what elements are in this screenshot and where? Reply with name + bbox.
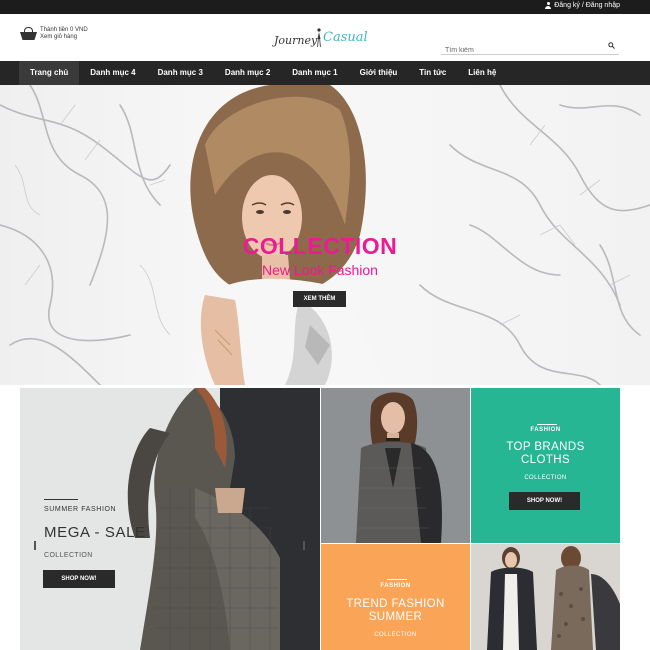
- main-nav: Trang chủ Danh mục 4 Danh mục 3 Danh mục…: [0, 61, 650, 85]
- nav-item-category-1[interactable]: Danh mục 1: [281, 61, 348, 85]
- top-bar: Đăng ký / Đăng nhập: [0, 0, 650, 14]
- brands-kicker: FASHION: [530, 427, 561, 433]
- trend-title-line1: TREND FASHION: [346, 598, 445, 610]
- cart-total: Thành tiền 0 VND: [40, 27, 88, 33]
- user-icon: [545, 2, 552, 9]
- nav-item-contact[interactable]: Liên hệ: [457, 61, 507, 85]
- brands-title-line1: TOP BRANDS: [506, 441, 585, 453]
- brands-title-line2: CLOTHS: [520, 454, 571, 466]
- basket-icon[interactable]: [20, 27, 37, 41]
- logo-word-casual: Casual: [323, 30, 368, 45]
- nav-item-category-3[interactable]: Danh mục 3: [147, 61, 214, 85]
- sale-kicker: SUMMER FASHION: [44, 506, 117, 513]
- slider-prev-icon[interactable]: [34, 541, 36, 550]
- hero-view-more-button[interactable]: XEM THÊM: [293, 291, 346, 307]
- hero-title: COLLECTION: [242, 233, 398, 259]
- brands-shop-now-button[interactable]: SHOP NOW!: [509, 492, 580, 510]
- nav-item-about[interactable]: Giới thiệu: [349, 61, 409, 85]
- auth-text[interactable]: Đăng ký / Đăng nhập: [554, 2, 620, 9]
- banner-model-blazer[interactable]: [321, 388, 470, 543]
- banner-top-brands[interactable]: FASHION TOP BRANDS CLOTHS COLLECTION SHO…: [471, 388, 620, 543]
- view-cart-link[interactable]: Xem giỏ hàng: [40, 34, 88, 41]
- search-box: [441, 39, 619, 58]
- nav-item-category-2[interactable]: Danh mục 2: [214, 61, 281, 85]
- trend-divider: [387, 579, 407, 580]
- hero-banner: COLLECTION New Look Fashion XEM THÊM: [0, 85, 650, 385]
- nav-item-news[interactable]: Tin tức: [408, 61, 457, 85]
- mini-cart[interactable]: Thành tiền 0 VND Xem giỏ hàng: [20, 27, 88, 41]
- banner-models-photo: [471, 544, 620, 650]
- search-input[interactable]: [441, 43, 601, 58]
- sale-collection: COLLECTION: [44, 552, 93, 559]
- banner-sale-photo: [127, 388, 320, 650]
- auth-link[interactable]: Đăng ký / Đăng nhập: [545, 2, 620, 9]
- sale-title: MEGA - SALE: [44, 524, 146, 541]
- banner-mega-sale[interactable]: SUMMER FASHION MEGA - SALE COLLECTION SH…: [20, 388, 320, 650]
- trend-title-line2: SUMMER: [368, 611, 423, 623]
- hero-subtitle: New Look Fashion: [262, 262, 378, 278]
- brands-title: TOP BRANDS CLOTHS: [471, 441, 620, 467]
- banner-blazer-photo: [321, 388, 470, 543]
- brands-divider: [537, 424, 557, 425]
- trend-collection: COLLECTION: [374, 632, 417, 638]
- brands-collection: COLLECTION: [524, 475, 567, 481]
- logo-word-journey: Journey: [274, 34, 318, 47]
- logo-figure-icon: [317, 28, 321, 48]
- search-icon[interactable]: [608, 42, 615, 49]
- trend-kicker: FASHION: [380, 583, 411, 589]
- nav-item-category-4[interactable]: Danh mục 4: [79, 61, 146, 85]
- sale-divider: [44, 499, 78, 500]
- nav-item-home[interactable]: Trang chủ: [19, 61, 80, 85]
- site-logo[interactable]: Journey Casual: [272, 26, 372, 52]
- slider-next-icon[interactable]: [303, 541, 305, 550]
- sale-shop-now-button[interactable]: SHOP NOW!: [43, 570, 115, 588]
- banner-trend-fashion[interactable]: FASHION TREND FASHION SUMMER COLLECTION: [321, 544, 470, 650]
- trend-title: TREND FASHION SUMMER: [321, 598, 470, 624]
- header: Thành tiền 0 VND Xem giỏ hàng Journey Ca…: [0, 14, 650, 61]
- banner-two-models[interactable]: [471, 544, 620, 650]
